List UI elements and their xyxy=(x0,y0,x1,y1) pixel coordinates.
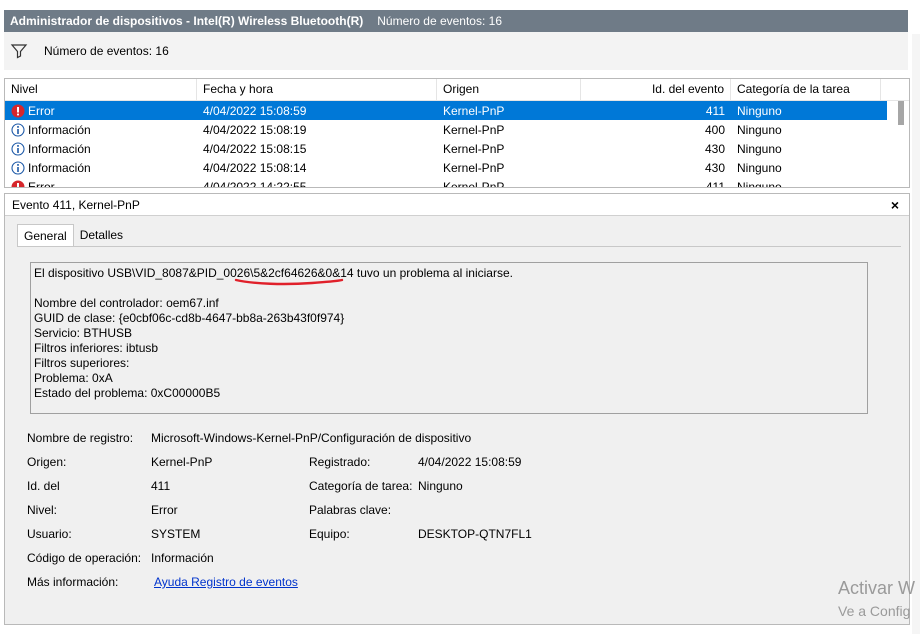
detail-tabs: General Detalles xyxy=(17,224,129,247)
message-line: Nombre del controlador: oem67.inf xyxy=(34,296,219,310)
row-datetime: 4/04/2022 15:08:19 xyxy=(203,122,307,137)
message-line: Estado del problema: 0xC00000B5 xyxy=(34,386,221,400)
prop-value[interactable]: Información xyxy=(151,551,214,565)
window-event-count: Número de eventos: 16 xyxy=(377,14,502,28)
row-category: Ninguno xyxy=(737,160,782,175)
message-line: El dispositivo USB\VID_8087&PID_0026\5&2… xyxy=(34,266,513,280)
table-row[interactable]: Información 4/04/2022 15:08:14 Kernel-Pn… xyxy=(5,158,887,177)
prop-value[interactable]: Microsoft-Windows-Kernel-PnP/Configuraci… xyxy=(151,431,471,445)
event-log-help-link[interactable]: Ayuda Registro de eventos xyxy=(154,575,298,589)
row-datetime: 4/04/2022 15:08:15 xyxy=(203,141,307,156)
event-message-box[interactable]: El dispositivo USB\VID_8087&PID_0026\5&2… xyxy=(30,262,868,414)
right-edge-strip xyxy=(912,34,920,634)
activation-watermark-sub: Ve a Config xyxy=(838,603,911,619)
row-category: Ninguno xyxy=(737,141,782,156)
event-detail-header: Evento 411, Kernel-PnP × xyxy=(5,194,909,216)
activation-watermark: Activar W xyxy=(838,578,916,598)
row-level: Información xyxy=(28,122,91,137)
prop-value[interactable]: DESKTOP-QTN7FL1 xyxy=(418,527,532,541)
prop-label: Más información: xyxy=(27,575,119,589)
message-line: Filtros superiores: xyxy=(34,356,130,370)
row-level: Error xyxy=(28,179,55,188)
row-event-id: 430 xyxy=(704,141,725,156)
tab-general[interactable]: General xyxy=(17,224,74,247)
prop-label: Id. del xyxy=(27,479,60,493)
column-header-task-category[interactable]: Categoría de la tarea xyxy=(731,79,881,100)
prop-label: Equipo: xyxy=(309,527,350,541)
row-source: Kernel-PnP xyxy=(443,179,505,188)
event-detail-pane: Evento 411, Kernel-PnP × General Detalle… xyxy=(4,193,910,625)
message-line: GUID de clase: {e0cbf06c-cd8b-4647-bb8a-… xyxy=(34,311,345,325)
row-source: Kernel-PnP xyxy=(443,160,505,175)
window-titlebar: Administrador de dispositivos - Intel(R)… xyxy=(4,10,908,32)
prop-label: Nivel: xyxy=(27,503,58,517)
event-list-header: Nivel Fecha y hora Origen Id. del evento… xyxy=(5,79,909,101)
message-line: Problema: 0xA xyxy=(34,371,113,385)
filter-bar: Número de eventos: 16 xyxy=(4,32,908,70)
prop-value[interactable]: Error xyxy=(151,503,178,517)
message-line: Servicio: BTHUSB xyxy=(34,326,133,340)
prop-label: Origen: xyxy=(27,455,67,469)
event-list[interactable]: Nivel Fecha y hora Origen Id. del evento… xyxy=(4,78,910,188)
row-source: Kernel-PnP xyxy=(443,122,505,137)
prop-value[interactable]: SYSTEM xyxy=(151,527,200,541)
event-list-scrollbar[interactable] xyxy=(895,101,907,187)
prop-value[interactable]: 4/04/2022 15:08:59 xyxy=(418,455,521,469)
row-event-id: 411 xyxy=(705,179,725,188)
row-datetime: 4/04/2022 15:08:14 xyxy=(203,160,307,175)
table-row[interactable]: Error 4/04/2022 15:08:59 Kernel-PnP 411 … xyxy=(5,101,887,120)
info-icon xyxy=(11,122,25,137)
prop-value[interactable]: Kernel-PnP xyxy=(151,455,212,469)
tab-details[interactable]: Detalles xyxy=(74,224,129,246)
row-event-id: 411 xyxy=(705,103,725,118)
prop-label: Nombre de registro: xyxy=(27,431,134,445)
row-event-id: 430 xyxy=(704,160,725,175)
row-level: Información xyxy=(28,141,91,156)
row-level: Información xyxy=(28,160,91,175)
error-icon xyxy=(11,104,25,117)
table-row[interactable]: Información 4/04/2022 15:08:15 Kernel-Pn… xyxy=(5,139,887,158)
scrollbar-thumb[interactable] xyxy=(898,101,904,125)
column-header-event-id[interactable]: Id. del evento xyxy=(581,79,731,100)
event-detail-title: Evento 411, Kernel-PnP xyxy=(12,198,140,212)
row-level: Error xyxy=(28,103,55,118)
prop-label: Usuario: xyxy=(27,527,72,541)
row-event-id: 400 xyxy=(704,122,725,137)
prop-label: Palabras clave: xyxy=(309,503,392,517)
table-row[interactable]: Información 4/04/2022 15:08:19 Kernel-Pn… xyxy=(5,120,887,139)
filter-icon[interactable] xyxy=(10,43,28,59)
red-annotation-underline xyxy=(234,278,344,286)
row-datetime: 4/04/2022 15:08:59 xyxy=(203,103,307,118)
message-line: Filtros inferiores: ibtusb xyxy=(34,341,159,355)
prop-label: Registrado: xyxy=(309,455,371,469)
filter-label: Número de eventos: 16 xyxy=(44,44,169,58)
info-icon xyxy=(11,141,25,156)
column-header-datetime[interactable]: Fecha y hora xyxy=(197,79,437,100)
row-source: Kernel-PnP xyxy=(443,141,505,156)
general-tab-panel: El dispositivo USB\VID_8087&PID_0026\5&2… xyxy=(17,246,901,619)
row-category: Ninguno xyxy=(737,179,782,188)
prop-label: Categoría de tarea: xyxy=(309,479,413,493)
info-icon xyxy=(11,160,25,175)
prop-value[interactable]: 411 xyxy=(151,479,170,493)
error-icon xyxy=(11,180,25,187)
prop-label: Código de operación: xyxy=(27,551,142,565)
table-row[interactable]: Error 4/04/2022 14:22:55 Kernel-PnP 411 … xyxy=(5,177,887,188)
row-datetime: 4/04/2022 14:22:55 xyxy=(203,179,307,188)
row-source: Kernel-PnP xyxy=(443,103,505,118)
window-title: Administrador de dispositivos - Intel(R)… xyxy=(10,14,364,28)
close-icon[interactable]: × xyxy=(891,197,899,213)
row-category: Ninguno xyxy=(737,122,782,137)
column-header-source[interactable]: Origen xyxy=(437,79,581,100)
prop-value[interactable]: Ninguno xyxy=(418,479,463,493)
row-category: Ninguno xyxy=(737,103,782,118)
column-header-level[interactable]: Nivel xyxy=(5,79,197,100)
